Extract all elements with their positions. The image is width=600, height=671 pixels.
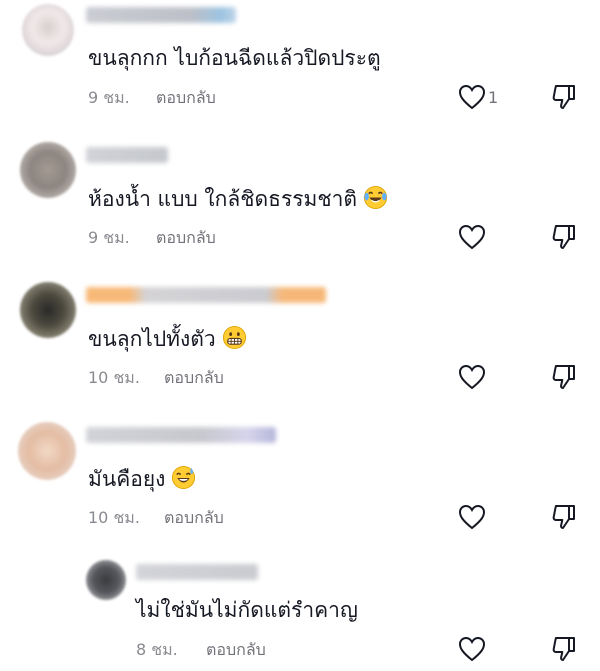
comment-time: 9 ชม. xyxy=(88,88,130,107)
reply-button[interactable]: ตอบกลับ xyxy=(156,228,216,248)
reply-item: ไม่ใช่มันไม่กัดแต่รำคาญ 8 ชม. ตอบกลับ xyxy=(0,550,600,671)
username-blurred[interactable] xyxy=(86,7,236,23)
thumbs-down-icon[interactable] xyxy=(550,363,578,391)
comment-time: 9 ชม. xyxy=(88,228,130,247)
comment-text-content: ขนลุกไปทั้งตัว xyxy=(88,327,216,351)
comment-time: 10 ชม. xyxy=(88,508,140,527)
comment-text-content: มันคือยุง xyxy=(88,467,166,491)
reply-text: ไม่ใช่มันไม่กัดแต่รำคาญ xyxy=(136,598,358,622)
avatar[interactable] xyxy=(22,4,74,56)
comment-text: ขนลุกไปทั้งตัว xyxy=(88,325,247,353)
comment-item: ขนลุกกก ไบก้อนฉีดแล้วปิดประตู 9 ชม. ตอบก… xyxy=(0,0,600,130)
thumbs-down-icon[interactable] xyxy=(550,83,578,111)
reply-button[interactable]: ตอบกลับ xyxy=(206,640,266,660)
comment-text: ห้องน้ำ แบบ ใกล้ชิดธรรมชาติ xyxy=(88,185,388,213)
username-blurred[interactable] xyxy=(86,147,168,163)
comment-time: 10 ชม. xyxy=(88,368,140,387)
avatar[interactable] xyxy=(86,560,126,600)
comment-text-content: ห้องน้ำ แบบ ใกล้ชิดธรรมชาติ xyxy=(88,187,358,211)
heart-icon[interactable] xyxy=(458,224,486,250)
reply-button[interactable]: ตอบกลับ xyxy=(164,508,224,528)
reply-button[interactable]: ตอบกลับ xyxy=(164,368,224,388)
heart-icon[interactable] xyxy=(458,504,486,530)
grinning-sweat-emoji xyxy=(172,465,196,490)
reply-button[interactable]: ตอบกลับ xyxy=(156,88,216,108)
username-blurred[interactable] xyxy=(86,287,326,303)
comment-text: มันคือยุง xyxy=(88,465,196,493)
like-count: 1 xyxy=(488,88,499,107)
tears-of-joy-emoji xyxy=(364,185,388,210)
thumbs-down-icon[interactable] xyxy=(550,635,578,663)
username-blurred[interactable] xyxy=(86,427,276,443)
comment-text: ขนลุกกก ไบก้อนฉีดแล้วปิดประตู xyxy=(88,46,381,70)
reply-time: 8 ชม. xyxy=(136,640,178,659)
avatar[interactable] xyxy=(20,142,76,198)
username-blurred[interactable] xyxy=(136,564,258,580)
heart-icon[interactable] xyxy=(458,636,486,662)
comment-item: ขนลุกไปทั้งตัว 10 ชม. ตอบกลับ xyxy=(0,270,600,410)
thumbs-down-icon[interactable] xyxy=(550,503,578,531)
comment-item: มันคือยุง 10 ชม. ตอบกลับ xyxy=(0,410,600,550)
heart-icon[interactable] xyxy=(458,84,486,110)
thumbs-down-icon[interactable] xyxy=(550,223,578,251)
heart-icon[interactable] xyxy=(458,364,486,390)
comment-item: ห้องน้ำ แบบ ใกล้ชิดธรรมชาติ 9 ชม. ตอบกลั… xyxy=(0,130,600,270)
grimacing-emoji xyxy=(222,325,246,350)
avatar[interactable] xyxy=(20,282,76,338)
avatar[interactable] xyxy=(18,422,76,480)
